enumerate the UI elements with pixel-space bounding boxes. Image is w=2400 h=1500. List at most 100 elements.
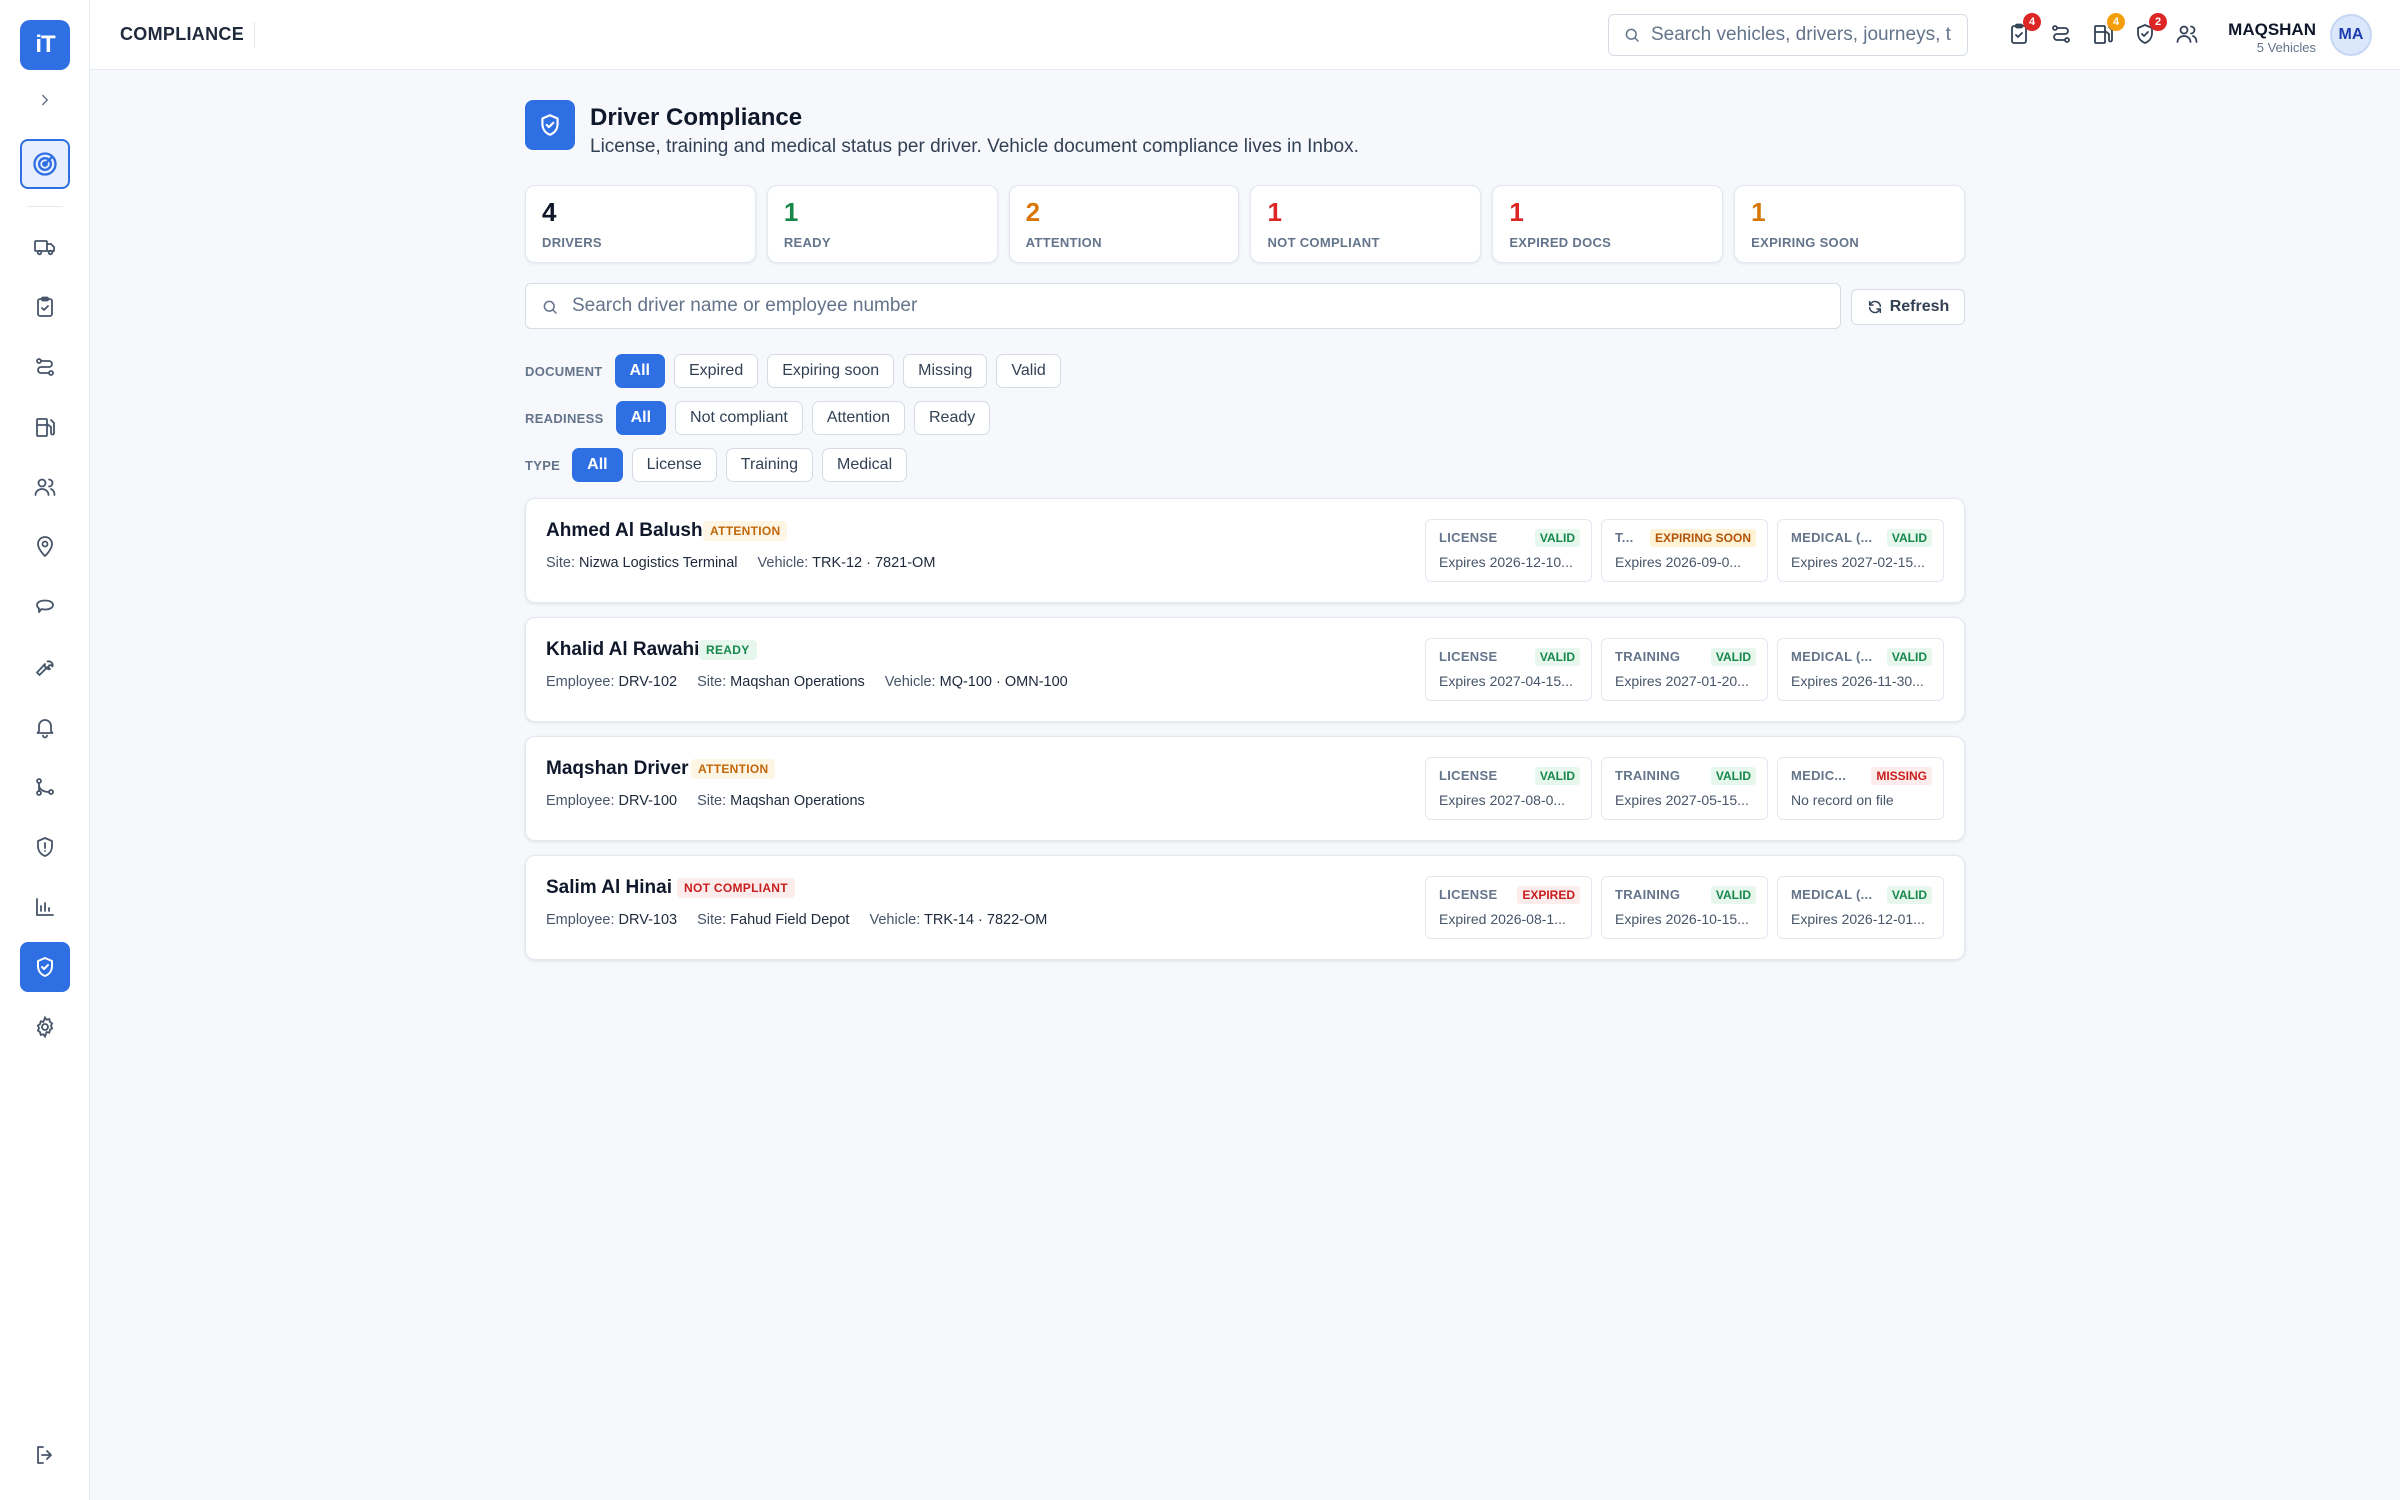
nav-alerts[interactable] <box>20 704 70 750</box>
document-status-badge: VALID <box>1534 767 1580 785</box>
user-name: MAQSHAN <box>2228 20 2316 39</box>
filter-chip-ready[interactable]: Ready <box>914 401 991 435</box>
filter-chip-all[interactable]: All <box>614 354 665 388</box>
document-expiry: Expires 2027-04-15... <box>1439 673 1573 689</box>
stat-card-expired-docs[interactable]: 1 EXPIRED DOCS <box>1492 185 1724 263</box>
nav-fuel[interactable] <box>20 404 70 450</box>
document-expiry: Expires 2027-01-20... <box>1615 673 1749 689</box>
document-tiles: LICENSE EXPIRED Expired 2026-08-1... TRAINI… <box>1425 876 1944 939</box>
nav-announcements[interactable] <box>20 584 70 630</box>
nav-settings[interactable] <box>20 1004 70 1050</box>
driver-name[interactable]: Ahmed Al Balushi <box>546 520 708 542</box>
document-tile[interactable]: T... EXPIRING SOON Expires 2026-09-0... <box>1601 519 1768 582</box>
document-tile[interactable]: TRAINING VALID Expires 2027-01-20... <box>1601 638 1768 701</box>
topbar-compliance-button[interactable]: 2 <box>2131 13 2167 48</box>
title-separator <box>254 22 255 48</box>
topbar-inspections-button[interactable]: 4 <box>2005 13 2041 48</box>
filter-chip-missing[interactable]: Missing <box>903 354 988 388</box>
topbar-drivers-button[interactable] <box>2173 20 2201 48</box>
filter-chip-all[interactable]: All <box>572 448 623 482</box>
nav-inspections[interactable] <box>20 284 70 330</box>
filter-chip-all[interactable]: All <box>615 401 667 435</box>
topbar-journeys-button[interactable] <box>2047 20 2075 48</box>
driver-meta: Employee: DRV-100 Site: Maqshan Operation… <box>546 793 865 809</box>
route-icon <box>36 358 54 376</box>
nav-maintenance[interactable] <box>20 644 70 690</box>
avatar[interactable]: MA <box>2330 14 2372 56</box>
document-tile[interactable]: MEDICAL (... VALID Expires 2027-02-15... <box>1777 519 1944 582</box>
driver-card[interactable]: Khalid Al Rawahi READY Employee: DRV-102 Si… <box>525 617 1965 722</box>
nav-compliance[interactable] <box>20 942 70 992</box>
document-tile[interactable]: MEDICAL (... VALID Expires 2026-11-30... <box>1777 638 1944 701</box>
filter-chip-valid[interactable]: Valid <box>996 354 1061 388</box>
driver-name[interactable]: Salim Al Hinai <box>546 877 672 899</box>
page-title: Driver Compliance <box>590 104 803 131</box>
filter-chip-not-compliant[interactable]: Not compliant <box>675 401 803 435</box>
stat-card-ready[interactable]: 1 READY <box>766 185 998 263</box>
stat-card-drivers[interactable]: 4 DRIVERS <box>525 185 756 263</box>
document-tile[interactable]: MEDICAL (... VALID Expires 2026-12-01... <box>1777 876 1944 939</box>
logout-button[interactable] <box>20 1432 70 1478</box>
filter-chip-license[interactable]: License <box>631 448 717 482</box>
nav-journeys[interactable] <box>20 344 70 390</box>
app-logo[interactable]: iT <box>20 20 70 70</box>
refresh-button[interactable]: Refresh <box>1851 289 1965 325</box>
document-status-badge: VALID <box>1886 529 1932 547</box>
readiness-badge: ATTENTION <box>691 759 776 779</box>
nav-reports[interactable] <box>20 884 70 930</box>
notification-badge: 4 <box>2023 13 2041 31</box>
global-search-input[interactable] <box>1651 24 1951 46</box>
stat-card-not-compliant[interactable]: 1 NOT COMPLIANT <box>1250 185 1482 263</box>
nav-vehicles[interactable] <box>20 224 70 270</box>
stat-label: ATTENTION <box>1025 235 1102 250</box>
nav-locations[interactable] <box>20 524 70 570</box>
expand-sidebar-button[interactable] <box>33 88 57 112</box>
megaphone-icon <box>36 599 54 613</box>
meta-key: Site: <box>697 793 727 809</box>
driver-card[interactable]: Maqshan Driver ATTENTION Employee: DRV-100… <box>525 736 1965 841</box>
search-icon <box>543 300 557 314</box>
nav-drivers[interactable] <box>20 464 70 510</box>
topbar-fuel-button[interactable]: 4 <box>2089 13 2125 48</box>
filter-chip-medical[interactable]: Medical <box>821 448 908 482</box>
shield-alert-icon <box>37 837 53 857</box>
filter-chip-attention[interactable]: Attention <box>811 401 905 435</box>
driver-search-input[interactable] <box>572 295 1812 317</box>
stat-card-expiring-soon[interactable]: 1 EXPIRING SOON <box>1734 185 1965 263</box>
document-status-badge: VALID <box>1710 886 1756 904</box>
document-expiry: Expires 2027-05-15... <box>1615 792 1749 808</box>
document-expiry: Expires 2026-12-10... <box>1439 554 1573 570</box>
refresh-icon <box>1868 300 1881 314</box>
stat-card-attention[interactable]: 2 ATTENTION <box>1008 185 1240 263</box>
driver-meta-item: Site: Nizwa Logistics Terminal <box>546 555 738 571</box>
filter-chip-expiring-soon[interactable]: Expiring soon <box>767 354 895 388</box>
driver-name[interactable]: Maqshan Driver <box>546 758 689 780</box>
driver-card[interactable]: Ahmed Al Balushi ATTENTION Site: Nizwa Log… <box>525 498 1965 603</box>
document-expiry: Expires 2026-12-01... <box>1791 911 1925 927</box>
document-tile[interactable]: LICENSE VALID Expires 2027-04-15... <box>1425 638 1592 701</box>
document-tile[interactable]: LICENSE VALID Expires 2026-12-10... <box>1425 519 1592 582</box>
document-tile[interactable]: LICENSE EXPIRED Expired 2026-08-1... <box>1425 876 1592 939</box>
document-expiry: Expired 2026-08-1... <box>1439 911 1566 927</box>
document-tile[interactable]: MEDIC... MISSING No record on file <box>1777 757 1944 820</box>
filter-chip-training[interactable]: Training <box>725 448 813 482</box>
document-tile[interactable]: TRAINING VALID Expires 2027-05-15... <box>1601 757 1768 820</box>
driver-search[interactable] <box>525 283 1841 329</box>
document-tile[interactable]: LICENSE VALID Expires 2027-08-0... <box>1425 757 1592 820</box>
driver-card[interactable]: Salim Al Hinai NOT COMPLIANT Employee: DRV… <box>525 855 1965 960</box>
document-expiry: Expires 2026-11-30... <box>1791 673 1924 689</box>
nav-dashboard[interactable] <box>20 139 70 189</box>
meta-key: Employee: <box>546 674 615 690</box>
user-vehicle-count: 5 Vehicles <box>2256 40 2316 55</box>
readiness-badge: READY <box>699 640 757 660</box>
driver-meta-item: Employee: DRV-102 <box>546 674 677 690</box>
document-tiles: LICENSE VALID Expires 2026-12-10... T... EXP… <box>1425 519 1944 582</box>
nav-workflows[interactable] <box>20 764 70 810</box>
stats-row: 4 DRIVERS 1 READY 2 ATTENTION 1 NOT COMPLIANT 1 E… <box>525 185 1965 263</box>
nav-incidents[interactable] <box>20 824 70 870</box>
global-search[interactable] <box>1608 14 1968 56</box>
document-expiry: No record on file <box>1791 792 1894 808</box>
driver-name[interactable]: Khalid Al Rawahi <box>546 639 699 661</box>
filter-chip-expired[interactable]: Expired <box>673 354 759 388</box>
document-tile[interactable]: TRAINING VALID Expires 2026-10-15... <box>1601 876 1768 939</box>
